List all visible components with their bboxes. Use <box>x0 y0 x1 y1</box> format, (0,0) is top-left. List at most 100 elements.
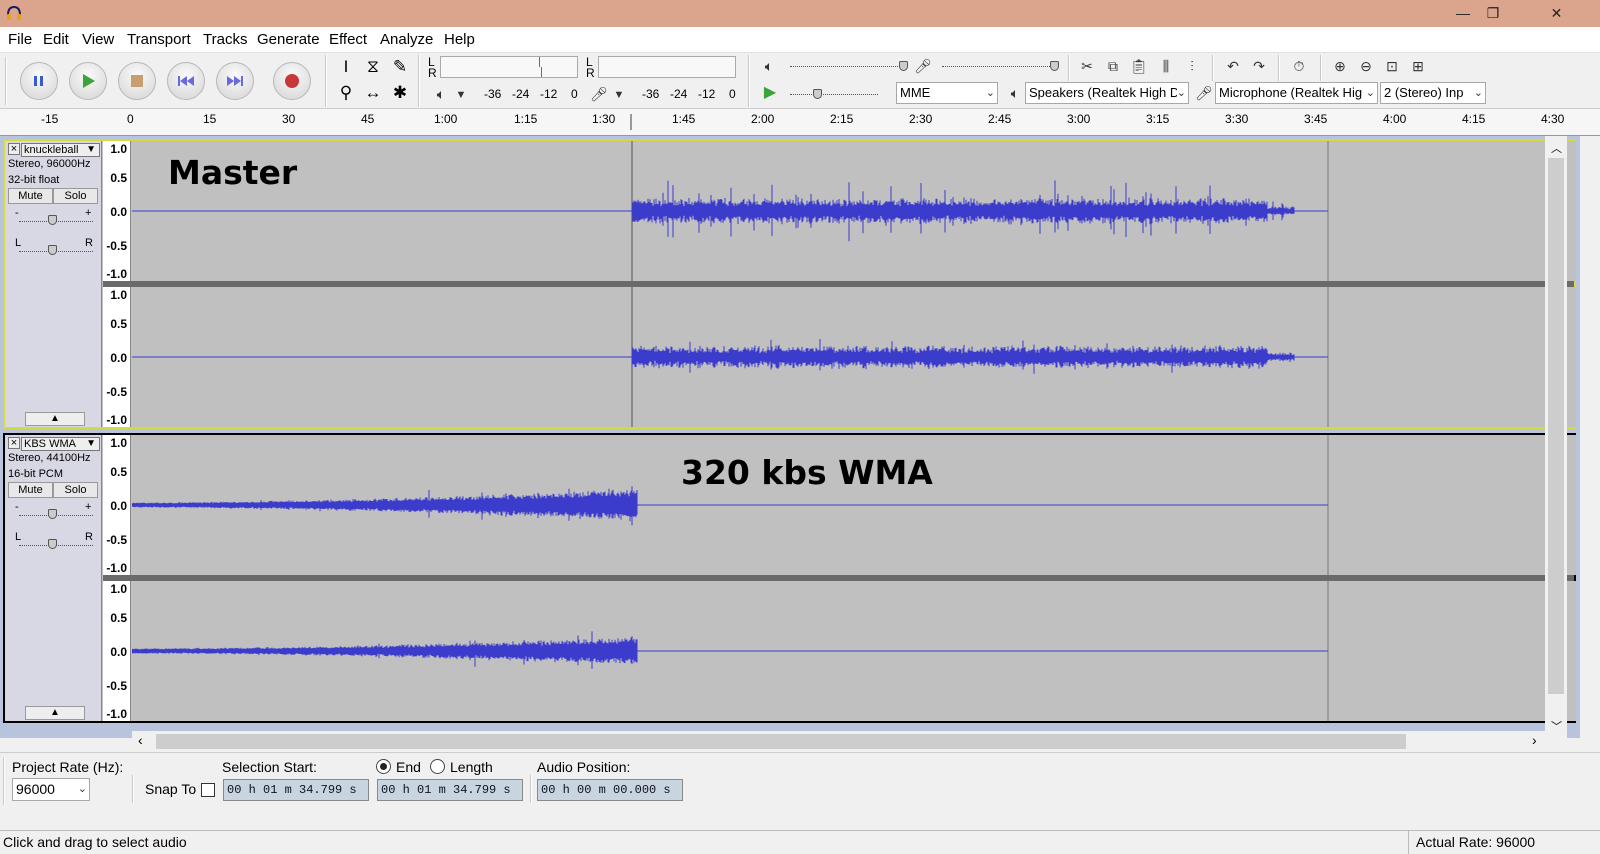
audio-host-select[interactable]: MME ⌄ <box>896 82 998 104</box>
menu-effect[interactable]: Effect <box>329 31 367 48</box>
trim-icon[interactable]: ⫼ <box>1155 55 1177 77</box>
waveform-channel-left[interactable] <box>132 141 1576 281</box>
solo-button[interactable]: Solo <box>53 482 98 498</box>
copy-icon[interactable]: ⧉ <box>1102 55 1124 77</box>
selection-tool-icon[interactable]: I <box>334 55 358 79</box>
track-name-menu[interactable]: knuckleball ▼ <box>21 143 100 157</box>
meter-dropdown-icon[interactable]: ▼ <box>608 84 630 106</box>
speaker-meter-icon[interactable]: 🔈︎ <box>430 83 452 105</box>
gain-slider-thumb[interactable] <box>48 509 57 519</box>
silence-icon[interactable]: ⫶ <box>1181 55 1203 77</box>
gain-slider-thumb[interactable] <box>48 215 57 225</box>
mute-button[interactable]: Mute <box>8 482 53 498</box>
toolbar-grip[interactable] <box>3 757 5 805</box>
input-volume-slider[interactable] <box>942 66 1058 67</box>
microphone-meter-icon[interactable]: 🎤︎ <box>588 83 610 105</box>
skip-to-end-button[interactable] <box>216 62 254 100</box>
horizontal-scroll-thumb[interactable] <box>156 734 1406 749</box>
menu-transport[interactable]: Transport <box>127 31 191 48</box>
input-volume-thumb[interactable] <box>1050 61 1059 71</box>
collapse-track-button[interactable]: ▲ <box>25 706 85 720</box>
pan-slider-thumb[interactable] <box>48 539 57 549</box>
redo-icon[interactable]: ↷ <box>1248 55 1270 77</box>
play-button[interactable] <box>69 62 107 100</box>
fit-project-icon[interactable]: ⊞ <box>1407 55 1429 77</box>
multi-tool-icon[interactable]: ✱ <box>388 81 412 105</box>
skip-to-start-button[interactable] <box>167 62 205 100</box>
pan-left-label: L <box>15 531 22 543</box>
playback-meter[interactable] <box>598 56 736 78</box>
menu-edit[interactable]: Edit <box>43 31 69 48</box>
menu-generate[interactable]: Generate <box>257 31 320 48</box>
end-radio[interactable] <box>376 759 391 774</box>
scroll-down-icon[interactable]: ﹀ <box>1551 718 1562 734</box>
audio-position-time[interactable]: 00 h 00 m 00.000 s <box>537 779 683 801</box>
output-volume-slider[interactable] <box>790 66 906 67</box>
scroll-left-icon[interactable]: ‹ <box>138 732 143 748</box>
track-panel[interactable]: × knuckleball ▼ Stereo, 96000Hz 32-bit fl… <box>0 136 1580 738</box>
menu-tracks[interactable]: Tracks <box>203 31 247 48</box>
input-device-select[interactable]: Microphone (Realtek Hig ⌄ <box>1215 82 1378 104</box>
vertical-scroll-thumb[interactable] <box>1548 158 1564 694</box>
snap-to-checkbox[interactable] <box>201 783 215 797</box>
pause-button[interactable] <box>20 62 58 100</box>
amplitude-ruler-left: 1.0 0.5 0.0 -0.5 -1.0 <box>103 141 131 281</box>
selection-start-time[interactable]: 00 h 01 m 34.799 s <box>223 779 369 801</box>
envelope-tool-icon[interactable]: ⧖ <box>361 55 385 79</box>
ruler-label: 0 <box>127 112 134 126</box>
mute-button[interactable]: Mute <box>8 188 53 204</box>
status-separator <box>1408 831 1410 854</box>
stop-button[interactable] <box>118 62 156 100</box>
meter-dropdown-icon[interactable]: ▼ <box>450 84 472 106</box>
zoom-tool-icon[interactable]: ⚲ <box>334 81 358 105</box>
track-annotation-master: Master <box>168 153 298 192</box>
waveform-channel-right[interactable] <box>132 581 1576 721</box>
length-radio[interactable] <box>430 759 445 774</box>
cut-icon[interactable]: ✂ <box>1076 55 1098 77</box>
maximize-button[interactable]: ❐ <box>1470 0 1516 27</box>
record-meter[interactable] <box>440 56 578 78</box>
vertical-scrollbar[interactable]: ︿ ﹀ <box>1545 136 1567 738</box>
close-window-button[interactable]: ✕ <box>1513 0 1600 27</box>
playhead-marker[interactable] <box>630 114 636 130</box>
paste-icon[interactable]: 📋︎ <box>1128 55 1150 77</box>
track-name-menu[interactable]: KBS WMA ▼ <box>21 437 100 451</box>
skip-start-icon <box>168 63 204 99</box>
horizontal-scrollbar[interactable]: ‹ › <box>132 731 1548 752</box>
scroll-up-icon[interactable]: ︿ <box>1551 140 1562 156</box>
draw-tool-icon[interactable]: ✎ <box>388 55 412 79</box>
menu-analyze[interactable]: Analyze <box>380 31 433 48</box>
audio-track-wma[interactable]: × KBS WMA ▼ Stereo, 44100Hz 16-bit PCM Mu… <box>3 433 1576 723</box>
close-track-icon[interactable]: × <box>8 437 20 449</box>
sync-lock-icon[interactable]: ⏱︎ <box>1288 55 1310 77</box>
scroll-right-icon[interactable]: › <box>1532 732 1537 748</box>
input-channels-select[interactable]: 2 (Stereo) Inp ⌄ <box>1380 82 1486 104</box>
collapse-track-button[interactable]: ▲ <box>25 412 85 426</box>
selection-end-time[interactable]: 00 h 01 m 34.799 s <box>377 779 523 801</box>
output-device-select[interactable]: Speakers (Realtek High D ⌄ <box>1025 82 1189 104</box>
menu-file[interactable]: File <box>8 31 32 48</box>
solo-button[interactable]: Solo <box>53 188 98 204</box>
scale-label: 0.5 <box>110 171 127 185</box>
undo-icon[interactable]: ↶ <box>1222 55 1244 77</box>
record-button[interactable] <box>273 62 311 100</box>
toolbar-grip[interactable] <box>5 57 7 105</box>
actual-rate: Actual Rate: 96000 <box>1416 834 1536 850</box>
play-speed-slider[interactable] <box>790 94 878 95</box>
scale-label: 1.0 <box>110 288 127 302</box>
play-speed-thumb[interactable] <box>813 89 822 99</box>
close-track-icon[interactable]: × <box>8 143 20 155</box>
play-at-speed-icon[interactable]: ▶ <box>759 82 781 104</box>
waveform-channel-right[interactable] <box>132 287 1576 427</box>
zoom-in-icon[interactable]: ⊕ <box>1329 55 1351 77</box>
menu-help[interactable]: Help <box>444 31 475 48</box>
project-rate-select[interactable]: 96000 ⌄ <box>12 778 90 801</box>
zoom-out-icon[interactable]: ⊖ <box>1355 55 1377 77</box>
timeshift-tool-icon[interactable]: ↔ <box>361 81 385 105</box>
timeline-ruler[interactable]: -15 0 15 30 45 1:00 1:15 1:30 1:45 2:00 … <box>0 109 1600 136</box>
output-volume-thumb[interactable] <box>899 61 908 71</box>
audio-track-master[interactable]: × knuckleball ▼ Stereo, 96000Hz 32-bit fl… <box>3 139 1576 429</box>
fit-selection-icon[interactable]: ⊡ <box>1381 55 1403 77</box>
pan-slider-thumb[interactable] <box>48 245 57 255</box>
menu-view[interactable]: View <box>82 31 114 48</box>
